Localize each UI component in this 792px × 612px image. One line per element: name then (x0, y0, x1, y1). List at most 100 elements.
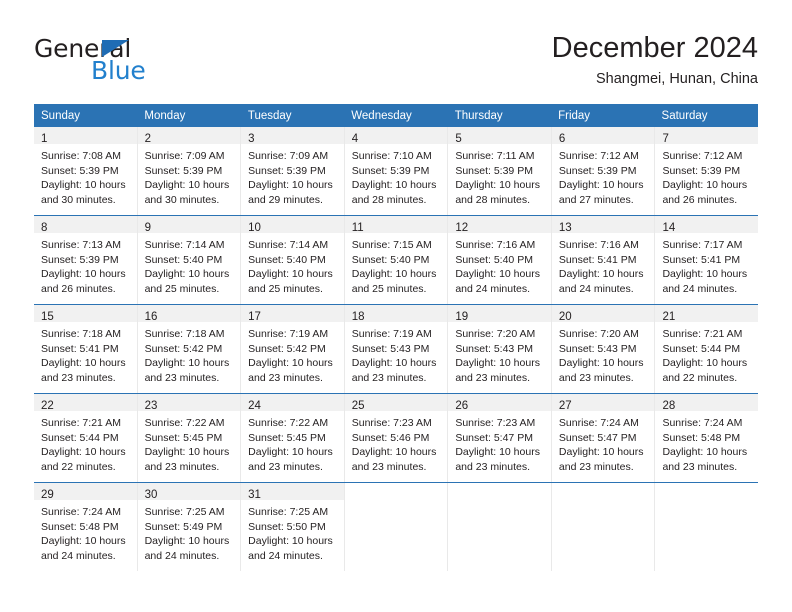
daylight-text-line1: Daylight: 10 hours (662, 446, 748, 459)
day-number: 29 (41, 489, 54, 501)
sunset-text: Sunset: 5:39 PM (41, 253, 119, 266)
sunrise-text: Sunrise: 7:08 AM (41, 150, 121, 162)
daylight-text-line1: Daylight: 10 hours (558, 179, 644, 192)
calendar-day-cell[interactable]: 17 Sunrise: 7:19 AM Sunset: 5:42 PM Dayligh… (241, 305, 345, 393)
calendar-day-cell[interactable]: 27 Sunrise: 7:24 AM Sunset: 5:47 PM Dayligh… (551, 394, 656, 482)
calendar-day-cell[interactable]: 6 Sunrise: 7:12 AM Sunset: 5:39 PM Daylight… (551, 127, 656, 215)
sunset-text: Sunset: 5:45 PM (144, 431, 223, 444)
daylight-text-line1: Daylight: 10 hours (144, 535, 230, 548)
calendar-day-cell[interactable]: 18 Sunrise: 7:19 AM Sunset: 5:43 PM Dayligh… (344, 305, 449, 393)
calendar-day-cell[interactable]: 26 Sunrise: 7:23 AM Sunset: 5:47 PM Dayligh… (448, 394, 552, 482)
daylight-text-line1: Daylight: 10 hours (144, 446, 230, 459)
daylight-text-line2: and 23 minutes. (351, 371, 427, 384)
day-number: 10 (248, 222, 261, 234)
sunset-text: Sunset: 5:44 PM (41, 431, 119, 444)
day-number: 12 (455, 222, 469, 234)
sunrise-text: Sunrise: 7:24 AM (41, 506, 121, 518)
day-number: 1 (41, 133, 48, 145)
daylight-text-line1: Daylight: 10 hours (558, 268, 644, 281)
calendar-day-cell[interactable]: 13 Sunrise: 7:16 AM Sunset: 5:41 PM Dayligh… (551, 216, 656, 304)
calendar-week-row: 29 Sunrise: 7:24 AM Sunset: 5:48 PM Dayligh… (34, 482, 759, 571)
calendar-day-cell[interactable]: 9 Sunrise: 7:14 AM Sunset: 5:40 PM Daylight… (137, 216, 242, 304)
sunset-text: Sunset: 5:43 PM (455, 342, 533, 355)
day-details: Sunrise: 7:21 AM Sunset: 5:44 PM Daylight:… (655, 322, 758, 390)
calendar-day-cell[interactable]: 30 Sunrise: 7:25 AM Sunset: 5:49 PM Dayligh… (137, 483, 242, 571)
day-number: 20 (558, 311, 572, 323)
calendar-day-cell[interactable]: 29 Sunrise: 7:24 AM Sunset: 5:48 PM Dayligh… (34, 483, 138, 571)
calendar-day-cell[interactable]: 25 Sunrise: 7:23 AM Sunset: 5:46 PM Dayligh… (344, 394, 449, 482)
day-number-band: 19 (448, 305, 551, 323)
calendar-day-cell[interactable]: 3 Sunrise: 7:09 AM Sunset: 5:39 PM Daylight… (241, 127, 345, 215)
calendar-day-cell[interactable]: 28 Sunrise: 7:24 AM Sunset: 5:48 PM Dayligh… (655, 394, 759, 482)
sunset-text: Sunset: 5:44 PM (662, 342, 741, 355)
daylight-text-line2: and 23 minutes. (455, 460, 531, 473)
weekday-header-monday: Monday (144, 110, 186, 122)
calendar-day-cell[interactable]: 31 Sunrise: 7:25 AM Sunset: 5:50 PM Dayligh… (241, 483, 345, 571)
daylight-text-line2: and 23 minutes. (351, 460, 427, 473)
sunset-text: Sunset: 5:43 PM (558, 342, 637, 355)
day-number: 7 (662, 133, 669, 145)
calendar-day-cell[interactable]: 8 Sunrise: 7:13 AM Sunset: 5:39 PM Daylight… (34, 216, 138, 304)
daylight-text-line2: and 22 minutes. (662, 371, 738, 384)
calendar-day-cell[interactable]: 4 Sunrise: 7:10 AM Sunset: 5:39 PM Daylight… (344, 127, 449, 215)
calendar-day-cell[interactable]: 15 Sunrise: 7:18 AM Sunset: 5:41 PM Dayligh… (34, 305, 138, 393)
sunrise-text: Sunrise: 7:19 AM (248, 328, 329, 340)
day-number-band: 6 (551, 127, 655, 145)
day-details: Sunrise: 7:24 AM Sunset: 5:48 PM Daylight:… (655, 411, 758, 479)
sunrise-text: Sunrise: 7:25 AM (144, 506, 225, 518)
daylight-text-line1: Daylight: 10 hours (351, 179, 437, 192)
day-details: Sunrise: 7:17 AM Sunset: 5:41 PM Daylight:… (655, 233, 758, 301)
day-details: Sunrise: 7:20 AM Sunset: 5:43 PM Daylight:… (552, 322, 655, 390)
sunrise-text: Sunrise: 7:21 AM (662, 328, 743, 340)
calendar-day-cell[interactable]: 1 Sunrise: 7:08 AM Sunset: 5:39 PM Daylight… (34, 127, 138, 215)
sunrise-text: Sunrise: 7:14 AM (144, 239, 225, 251)
calendar-day-cell[interactable]: 16 Sunrise: 7:18 AM Sunset: 5:42 PM Dayligh… (137, 305, 242, 393)
calendar-day-cell[interactable]: 11 Sunrise: 7:15 AM Sunset: 5:40 PM Dayligh… (344, 216, 449, 304)
calendar-day-cell[interactable]: 7 Sunrise: 7:12 AM Sunset: 5:39 PM Daylight… (655, 127, 759, 215)
brand-logo[interactable]: General Blue (34, 36, 264, 88)
day-number-band: 18 (344, 305, 448, 323)
daylight-text-line2: and 28 minutes. (455, 193, 531, 206)
calendar-day-cell[interactable]: 10 Sunrise: 7:14 AM Sunset: 5:40 PM Dayligh… (241, 216, 345, 304)
calendar-day-cell[interactable]: 23 Sunrise: 7:22 AM Sunset: 5:45 PM Dayligh… (137, 394, 242, 482)
day-details: Sunrise: 7:14 AM Sunset: 5:40 PM Daylight:… (241, 233, 344, 301)
sunrise-text: Sunrise: 7:22 AM (144, 417, 225, 429)
daylight-text-line2: and 25 minutes. (144, 282, 220, 295)
calendar-day-cell[interactable]: 5 Sunrise: 7:11 AM Sunset: 5:39 PM Daylight… (448, 127, 552, 215)
day-number-band: 23 (137, 394, 241, 412)
calendar-day-cell[interactable]: 21 Sunrise: 7:21 AM Sunset: 5:44 PM Dayligh… (655, 305, 759, 393)
calendar-day-cell[interactable]: 2 Sunrise: 7:09 AM Sunset: 5:39 PM Daylight… (137, 127, 242, 215)
day-number-band: 7 (655, 127, 759, 145)
sunrise-text: Sunrise: 7:12 AM (558, 150, 639, 162)
sunrise-text: Sunrise: 7:20 AM (455, 328, 536, 340)
calendar-weeks: 1 Sunrise: 7:08 AM Sunset: 5:39 PM Daylight… (34, 127, 759, 571)
day-number-band: 27 (551, 394, 655, 412)
day-number: 13 (558, 222, 572, 234)
daylight-text-line1: Daylight: 10 hours (248, 446, 333, 459)
day-details: Sunrise: 7:22 AM Sunset: 5:45 PM Daylight:… (138, 411, 241, 479)
calendar-day-cell[interactable]: 14 Sunrise: 7:17 AM Sunset: 5:41 PM Dayligh… (655, 216, 759, 304)
daylight-text-line2: and 28 minutes. (351, 193, 427, 206)
calendar-day-cell[interactable]: 22 Sunrise: 7:21 AM Sunset: 5:44 PM Dayligh… (34, 394, 138, 482)
day-number-band: 2 (137, 127, 241, 145)
daylight-text-line2: and 24 minutes. (248, 549, 323, 562)
day-details: Sunrise: 7:23 AM Sunset: 5:46 PM Daylight:… (345, 411, 448, 479)
calendar-week-row: 8 Sunrise: 7:13 AM Sunset: 5:39 PM Daylight… (34, 215, 759, 304)
sunrise-text: Sunrise: 7:18 AM (144, 328, 225, 340)
daylight-text-line1: Daylight: 10 hours (144, 357, 230, 370)
calendar-day-cell[interactable]: 20 Sunrise: 7:20 AM Sunset: 5:43 PM Dayligh… (551, 305, 656, 393)
calendar-day-cell[interactable]: 24 Sunrise: 7:22 AM Sunset: 5:45 PM Dayligh… (241, 394, 345, 482)
daylight-text-line2: and 26 minutes. (662, 193, 738, 206)
sunset-text: Sunset: 5:41 PM (662, 253, 741, 266)
day-number-band: 17 (241, 305, 344, 323)
day-details: Sunrise: 7:09 AM Sunset: 5:39 PM Daylight:… (138, 144, 241, 212)
daylight-text-line1: Daylight: 10 hours (455, 268, 540, 281)
daylight-text-line1: Daylight: 10 hours (662, 357, 748, 370)
sunrise-text: Sunrise: 7:20 AM (558, 328, 639, 340)
daylight-text-line2: and 23 minutes. (248, 371, 323, 384)
calendar-day-cell[interactable]: 19 Sunrise: 7:20 AM Sunset: 5:43 PM Dayligh… (448, 305, 552, 393)
day-number: 9 (144, 222, 151, 234)
day-number: 8 (41, 222, 48, 234)
calendar-day-cell[interactable]: 12 Sunrise: 7:16 AM Sunset: 5:40 PM Dayligh… (448, 216, 552, 304)
sunset-text: Sunset: 5:39 PM (455, 164, 533, 177)
